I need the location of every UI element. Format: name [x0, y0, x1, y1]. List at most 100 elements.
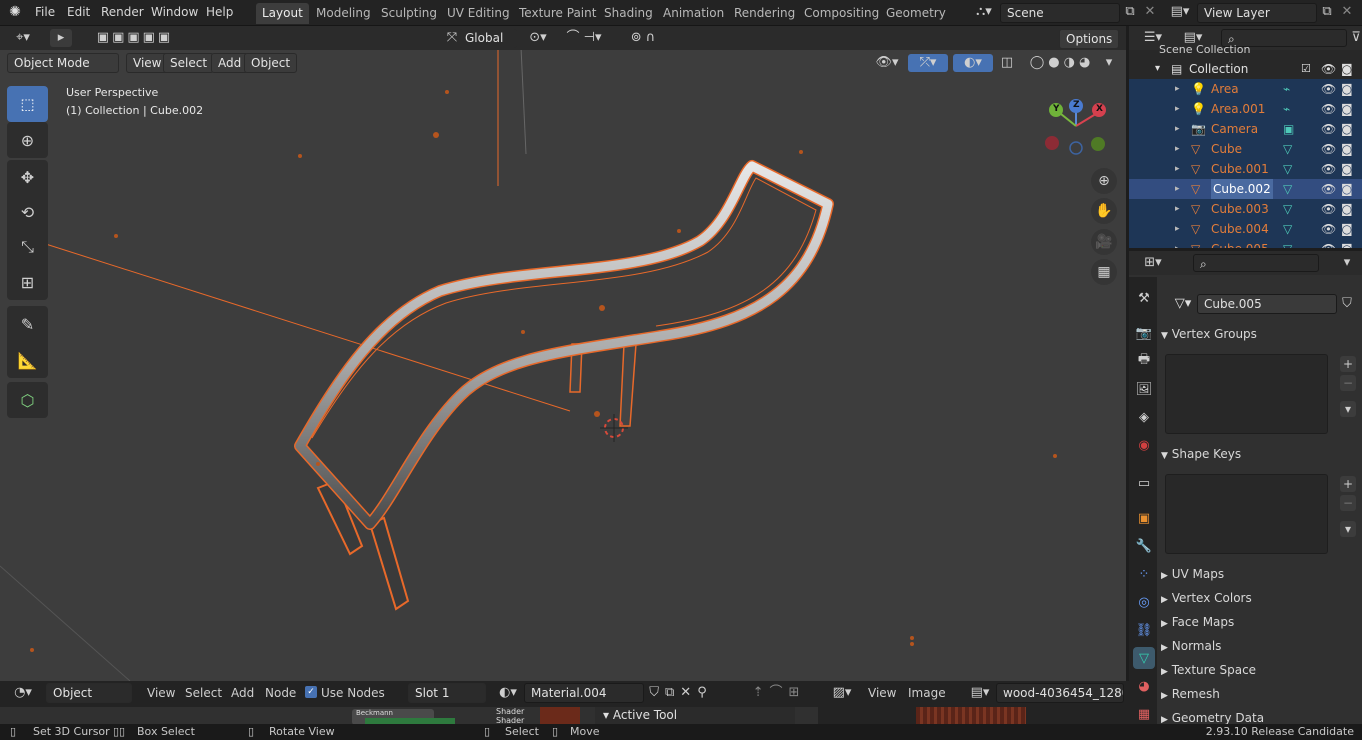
add-shape-key-button[interactable]: + [1340, 476, 1356, 492]
expand-arrow-icon[interactable]: ▸ [1175, 239, 1180, 248]
proportional-edit-icon[interactable]: ⊚ ∩ [618, 29, 668, 47]
measure-ruler-icon[interactable]: 📐 [18, 351, 38, 370]
shape-keys-panel[interactable]: ▼ Shape Keys [1161, 443, 1358, 465]
checkbox-icon[interactable]: ☑ [1301, 59, 1311, 79]
expand-arrow-icon[interactable]: ▸ [1175, 179, 1180, 199]
rotate-icon[interactable]: ⟲ [21, 203, 34, 222]
expand-arrow-icon[interactable]: ▸ [1175, 79, 1180, 99]
3d-viewport[interactable]: User Perspective (1) Collection | Cube.0… [0, 26, 1126, 681]
outliner-item-row[interactable]: ▸ ▽ Cube.005 ▽ 👁 ◙ [1129, 239, 1362, 248]
shading-mode-icons[interactable]: ◯●◑◕ [1022, 54, 1102, 72]
pan-hand-icon[interactable]: ✋ [1091, 198, 1117, 224]
node-add-menu[interactable]: Add [231, 686, 254, 700]
camera-render-icon[interactable]: ◙ [1341, 59, 1353, 79]
filter-icon[interactable]: ⊽ [1349, 29, 1362, 47]
texture-space-panel[interactable]: ▶ Texture Space [1161, 659, 1358, 681]
pivot-icon[interactable]: ⊙▾ [524, 29, 552, 47]
node-editor-type-icon[interactable]: ◔▾ [8, 684, 38, 702]
outliner-item-row[interactable]: ▸ 💡 Area ⌁ 👁 ◙ [1129, 79, 1362, 99]
tab-texture-paint[interactable]: Texture Paint [513, 3, 602, 24]
transform-icon[interactable]: ⊞ [21, 273, 34, 292]
expand-arrow-icon[interactable]: ▸ [1175, 119, 1180, 139]
annotate-pencil-icon[interactable]: ✎ [21, 315, 34, 334]
camera-render-icon[interactable]: ◙ [1341, 179, 1353, 199]
outliner-item-row[interactable]: ▸ 📷 Camera ▣ 👁 ◙ [1129, 119, 1362, 139]
constraints-tab-icon[interactable]: ⛓ [1133, 619, 1155, 641]
expand-arrow-icon[interactable]: ▸ [1175, 139, 1180, 159]
scene-name-field[interactable]: Scene [1000, 3, 1120, 23]
menu-help[interactable]: Help [206, 5, 233, 19]
select-tool-icon[interactable]: ▸ [50, 29, 72, 47]
camera-render-icon[interactable]: ◙ [1341, 79, 1353, 99]
remove-shape-key-button[interactable]: − [1340, 495, 1356, 511]
outliner-item-row[interactable]: ▸ ▽ Cube.004 ▽ 👁 ◙ [1129, 219, 1362, 239]
viewport-object-menu[interactable]: Object [244, 53, 298, 73]
add-vertex-group-button[interactable]: + [1340, 356, 1356, 372]
eye-icon[interactable]: 👁 [1321, 59, 1336, 79]
expand-arrow-icon[interactable]: ▸ [1175, 199, 1180, 219]
world-tab-icon[interactable]: ◉ [1133, 434, 1155, 456]
light-data-icon[interactable]: ⌁ [1283, 79, 1290, 99]
mesh-data-icon[interactable]: ▽ [1283, 159, 1292, 179]
tab-compositing[interactable]: Compositing [798, 3, 885, 24]
camera-view-icon[interactable]: 🎥 [1091, 229, 1117, 255]
menu-file[interactable]: File [35, 5, 55, 19]
cursor-tool[interactable]: ⊕ [7, 122, 48, 158]
mesh-data-icon[interactable]: ▽ [1283, 139, 1292, 159]
texture-tab-icon[interactable]: ▦ [1133, 703, 1155, 724]
blender-logo-icon[interactable]: ✺ [6, 3, 24, 21]
overlay-toggle-icon[interactable]: ◐▾ [953, 54, 993, 72]
normals-panel[interactable]: ▶ Normals [1161, 635, 1358, 657]
collection-tab-icon[interactable]: ▭ [1133, 472, 1155, 494]
mesh-name-field[interactable]: Cube.005 [1197, 294, 1337, 314]
object-mode-dropdown[interactable]: Object Mode [7, 53, 119, 73]
new-view-layer-icon[interactable]: ⧉ [1318, 3, 1336, 21]
shape-key-menu-button[interactable]: ▾ [1340, 521, 1356, 537]
slot-dropdown[interactable]: Slot 1 [408, 683, 486, 703]
image-view-menu[interactable]: View [868, 686, 896, 700]
expand-arrow-icon[interactable]: ▸ [1175, 99, 1180, 119]
eye-icon[interactable]: 👁 [1321, 179, 1336, 199]
expand-arrow-icon[interactable]: ▸ [1175, 219, 1180, 239]
camera-render-icon[interactable]: ◙ [1341, 219, 1353, 239]
image-image-menu[interactable]: Image [908, 686, 946, 700]
zoom-icon[interactable]: ⊕ [1091, 168, 1117, 194]
node-select-menu[interactable]: Select [185, 686, 222, 700]
properties-type-icon[interactable]: ⊞▾ [1139, 254, 1167, 272]
camera-render-icon[interactable]: ◙ [1341, 239, 1353, 248]
render-tab-icon[interactable]: 📷 [1133, 322, 1155, 344]
outliner-item-row[interactable]: ▸ ▽ Cube ▽ 👁 ◙ [1129, 139, 1362, 159]
scene-selector-icon[interactable]: ⛬▾ [970, 3, 998, 21]
vertex-groups-list[interactable] [1165, 354, 1328, 434]
fake-user-shield-icon[interactable]: ⛉ [1338, 295, 1356, 313]
eye-icon[interactable]: 👁 [1321, 219, 1336, 239]
mesh-data-icon[interactable]: ▽ [1283, 219, 1292, 239]
use-nodes-checkbox[interactable]: ✓ [305, 686, 317, 698]
eye-icon[interactable]: 👁 [1321, 239, 1336, 248]
snap-icon[interactable]: ⌒ ⊣▾ [560, 29, 608, 47]
mesh-data-icon[interactable]: ▽▾ [1169, 295, 1197, 313]
xray-icon[interactable]: ◫ [998, 54, 1016, 72]
object-tab-icon[interactable]: ▣ [1133, 507, 1155, 529]
node-view-menu[interactable]: View [147, 686, 175, 700]
tab-animation[interactable]: Animation [657, 3, 730, 24]
vertex-group-menu-button[interactable]: ▾ [1340, 401, 1356, 417]
image-editor-type-icon[interactable]: ▨▾ [828, 684, 856, 702]
mesh-data-icon[interactable]: ▽ [1283, 199, 1292, 219]
tab-shading[interactable]: Shading [598, 3, 659, 24]
eye-icon[interactable]: 👁 [1321, 99, 1336, 119]
viewport-select-menu[interactable]: Select [163, 53, 215, 73]
node-tool-icons[interactable]: ⇡⌒⊞ [744, 684, 814, 702]
scale-icon[interactable]: ⤡ [21, 237, 34, 257]
camera-render-icon[interactable]: ◙ [1341, 139, 1353, 159]
particles-tab-icon[interactable]: ⁘ [1133, 563, 1155, 585]
view-layer-icon[interactable]: ▤▾ [1166, 3, 1194, 21]
selection-mode-icons[interactable]: ▣▣▣▣▣ [88, 29, 182, 47]
expand-arrow-icon[interactable]: ▾ [1155, 59, 1160, 79]
properties-options-icon[interactable]: ▾ [1339, 254, 1355, 272]
orientation-dropdown[interactable]: Global [459, 29, 517, 48]
material-browse-icon[interactable]: ◐▾ [494, 684, 522, 702]
tab-uv-editing[interactable]: UV Editing [441, 3, 516, 24]
modifier-wrench-icon[interactable]: 🔧 [1133, 535, 1155, 557]
camera-render-icon[interactable]: ◙ [1341, 99, 1353, 119]
